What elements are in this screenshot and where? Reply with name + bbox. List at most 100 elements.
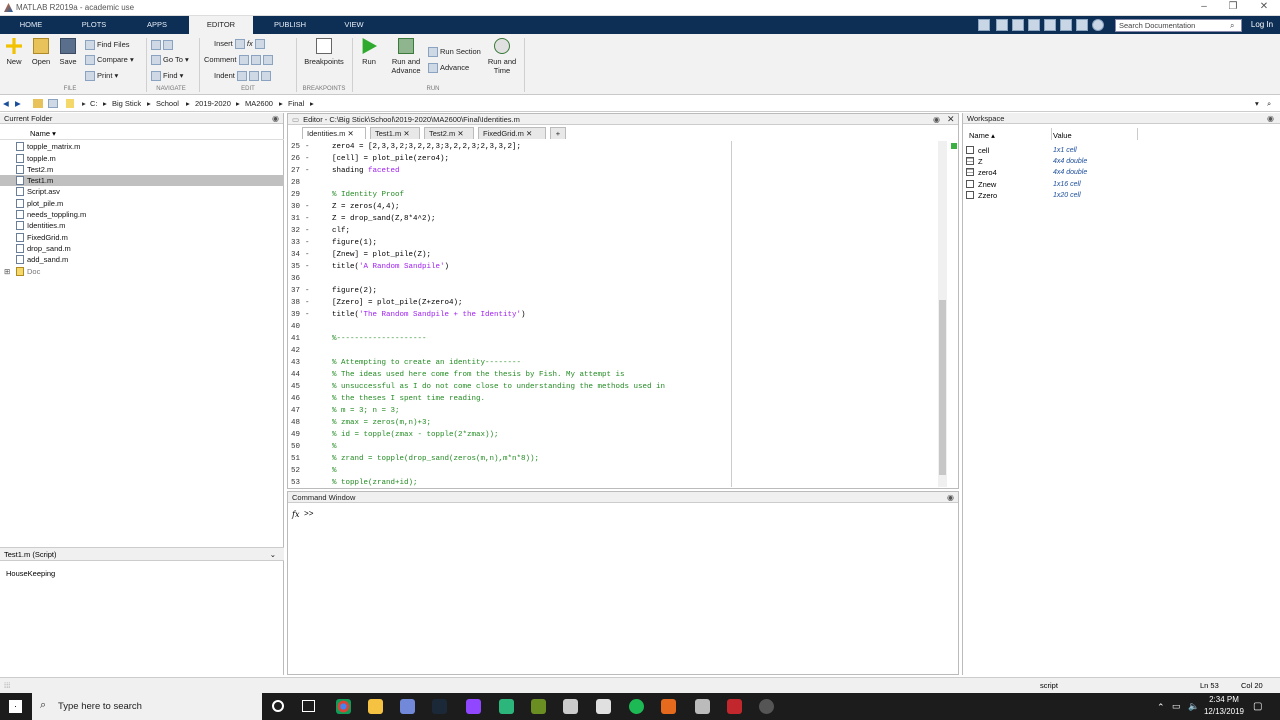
find-button[interactable]: Find ▾	[151, 69, 183, 83]
workspace-value-header[interactable]: Value	[1053, 131, 1072, 140]
windows-start-icon[interactable]	[9, 700, 22, 713]
address-dropdown-icon[interactable]: ▾	[1255, 99, 1259, 108]
file-item[interactable]: plot_pile.m	[0, 198, 284, 209]
save-quick-icon[interactable]	[978, 19, 990, 31]
insert-button[interactable]: Insert fx	[214, 37, 267, 51]
breakpoint-dash[interactable]: -	[305, 141, 310, 153]
breadcrumb-final[interactable]: Final	[288, 99, 304, 108]
file-item[interactable]: Test2.m	[0, 164, 284, 175]
find-files-button[interactable]: Find Files	[85, 38, 130, 52]
app-icon[interactable]	[695, 699, 710, 714]
copy-quick-icon[interactable]	[1012, 19, 1024, 31]
clock-date[interactable]: 12/13/2019	[1200, 707, 1248, 716]
close-tab-icon[interactable]: ✕	[457, 129, 463, 138]
indent-button[interactable]: Indent	[214, 69, 273, 83]
print-button[interactable]: Print ▾	[85, 69, 118, 83]
breadcrumb-course[interactable]: MA2600	[245, 99, 273, 108]
new-button[interactable]: New	[4, 38, 24, 66]
paste-quick-icon[interactable]	[1028, 19, 1040, 31]
cut-quick-icon[interactable]	[996, 19, 1008, 31]
login-button[interactable]: Log In	[1246, 18, 1278, 32]
breadcrumb-school[interactable]: School	[156, 99, 179, 108]
scrollbar-thumb[interactable]	[939, 300, 946, 475]
code-line[interactable]: zero4 = [2,3,3,2;3,2,2,3;3,2,2,3;2,3,3,2…	[332, 141, 521, 153]
run-and-time-button[interactable]: Run and Time	[486, 38, 518, 75]
comment-button[interactable]: Comment	[204, 53, 275, 67]
code-line[interactable]: figure(1);	[332, 237, 377, 249]
name-column-header[interactable]: Name ▾	[30, 129, 56, 138]
undo-quick-icon[interactable]	[1044, 19, 1056, 31]
up-folder-icon[interactable]	[33, 99, 43, 108]
panel-actions-icon[interactable]: ◉	[947, 493, 954, 502]
code-line[interactable]: shading faceted	[332, 165, 400, 177]
code-line[interactable]: % zmax = zeros(m,n)+3;	[332, 417, 431, 429]
code-line[interactable]: % zrand = topple(drop_sand(zeros(m,n),m*…	[332, 453, 539, 465]
back-forward-buttons[interactable]	[151, 38, 175, 52]
tab-test2[interactable]: Test2.m ✕	[424, 127, 474, 139]
twitch-icon[interactable]	[466, 699, 481, 714]
breakpoint-dash[interactable]: -	[305, 225, 310, 237]
network-icon[interactable]: ▭	[1172, 701, 1181, 712]
close-tab-icon[interactable]: ✕	[347, 129, 353, 138]
code-line[interactable]: % unsuccessful as I do not come close to…	[332, 381, 665, 393]
file-item[interactable]: Script.asv	[0, 186, 284, 197]
run-section-button[interactable]: Run Section	[428, 45, 481, 59]
function-browser-fx-icon[interactable]: fx	[292, 510, 299, 519]
minimize-button[interactable]: –	[1190, 1, 1218, 14]
panel-actions-icon[interactable]: ◉	[272, 114, 279, 123]
chrome-icon[interactable]	[336, 699, 351, 714]
search-documentation-input[interactable]: Search Documentation	[1115, 19, 1242, 32]
close-tab-icon[interactable]: ✕	[526, 129, 532, 138]
breadcrumb-year[interactable]: 2019-2020	[195, 99, 231, 108]
app-icon[interactable]	[499, 699, 514, 714]
calculator-icon[interactable]	[596, 699, 611, 714]
code-line[interactable]: % Identity Proof	[332, 189, 404, 201]
search-icon[interactable]: ⌕	[1230, 21, 1234, 31]
app-icon[interactable]	[727, 699, 742, 714]
folder-item[interactable]: ⊞ Doc	[0, 266, 284, 277]
code-line[interactable]: % m = 3; n = 3;	[332, 405, 400, 417]
close-editor-icon[interactable]: ✕	[947, 114, 955, 125]
code-line[interactable]: [cell] = plot_pile(zero4);	[332, 153, 449, 165]
tab-editor[interactable]: EDITOR	[189, 16, 253, 34]
code-line[interactable]: %--------------------	[332, 333, 427, 345]
close-button[interactable]: ✕	[1250, 1, 1278, 14]
app-icon[interactable]	[563, 699, 578, 714]
code-line[interactable]: [Zzero] = plot_pile(Z+zero4);	[332, 297, 463, 309]
nav-back-icon[interactable]: ◀	[3, 99, 9, 108]
minecraft-icon[interactable]	[531, 699, 546, 714]
breakpoint-dash[interactable]: -	[305, 309, 310, 321]
workspace-var-row[interactable]: Z 4x4 double	[963, 156, 1279, 167]
breakpoint-dash[interactable]: -	[305, 297, 310, 309]
tab-plots[interactable]: PLOTS	[70, 16, 118, 34]
panel-actions-icon[interactable]: ◉	[933, 115, 940, 124]
code-line[interactable]: % the theses I spent time reading.	[332, 393, 485, 405]
breakpoint-dash[interactable]: -	[305, 153, 310, 165]
matlab-icon[interactable]	[661, 699, 676, 714]
code-line[interactable]: [Znew] = plot_pile(Z);	[332, 249, 431, 261]
discord-icon[interactable]	[400, 699, 415, 714]
file-item-selected[interactable]: Test1.m	[0, 175, 284, 186]
details-header[interactable]: Test1.m (Script) ⌄	[0, 547, 284, 561]
code-line[interactable]: %	[332, 465, 337, 477]
switch-windows-icon[interactable]	[1076, 19, 1088, 31]
tab-home[interactable]: HOME	[6, 16, 56, 34]
cortana-icon[interactable]	[272, 700, 284, 712]
tray-chevron-icon[interactable]: ⌃	[1157, 702, 1165, 713]
code-line[interactable]: title('The Random Sandpile + the Identit…	[332, 309, 526, 321]
breakpoint-dash[interactable]: -	[305, 201, 310, 213]
breakpoint-dash[interactable]: -	[305, 213, 310, 225]
steam-icon[interactable]	[432, 699, 447, 714]
file-item[interactable]: needs_toppling.m	[0, 209, 284, 220]
tab-apps[interactable]: APPS	[134, 16, 180, 34]
run-and-advance-button[interactable]: Run and Advance	[388, 38, 424, 75]
run-button[interactable]: Run	[357, 38, 381, 66]
breakpoint-dash[interactable]: -	[305, 285, 310, 297]
code-line[interactable]: % topple(zrand+id);	[332, 477, 418, 489]
code-line[interactable]: Z = drop_sand(Z,8*4^2);	[332, 213, 436, 225]
breakpoint-dash[interactable]: -	[305, 165, 310, 177]
breakpoint-dash[interactable]: -	[305, 237, 310, 249]
breakpoint-dash[interactable]: -	[305, 261, 310, 273]
workspace-var-row[interactable]: cell 1x1 cell	[963, 145, 1279, 156]
workspace-var-row[interactable]: Zzero 1x20 cell	[963, 190, 1279, 201]
